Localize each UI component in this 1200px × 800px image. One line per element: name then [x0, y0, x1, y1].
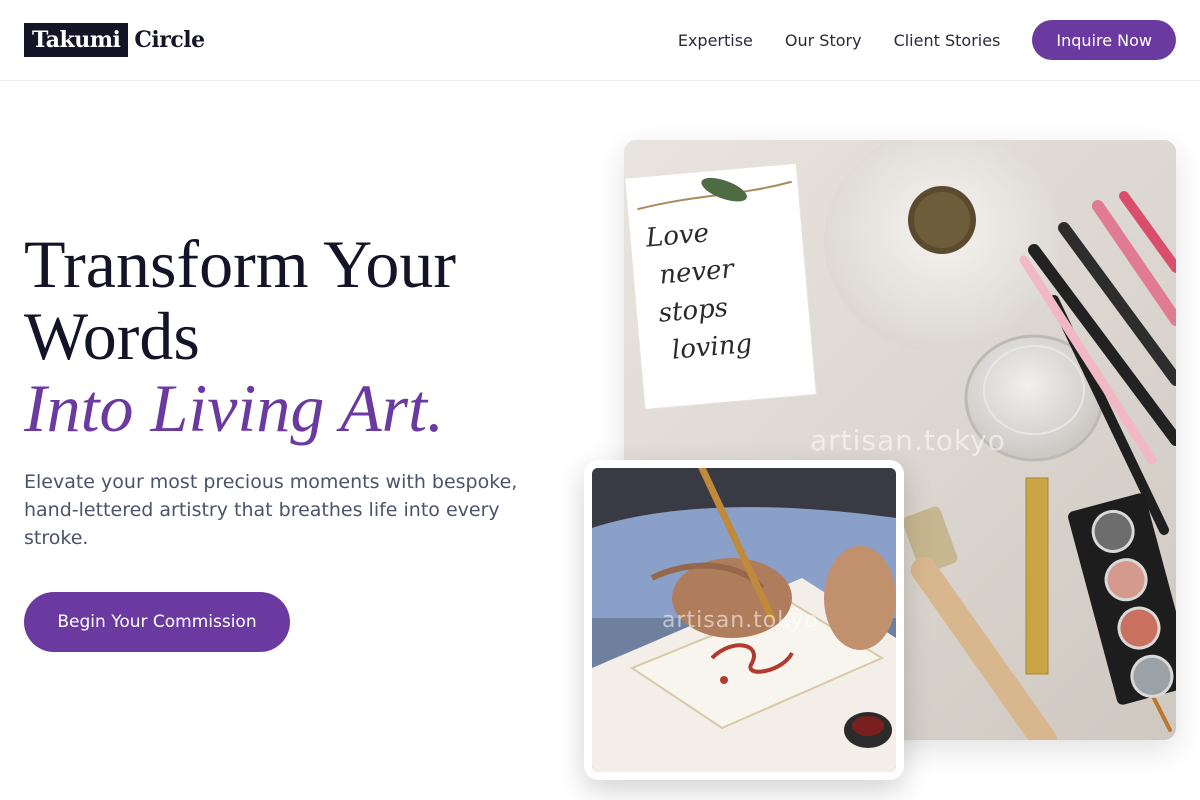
hero-title-line-2: Words	[24, 298, 200, 374]
nav-link-client-stories[interactable]: Client Stories	[894, 31, 1001, 50]
inquire-now-button[interactable]: Inquire Now	[1032, 20, 1176, 60]
hero-title-accent: Into Living Art.	[24, 370, 444, 446]
nav-link-our-story[interactable]: Our Story	[785, 31, 862, 50]
hero-title-line-1: Transform Your	[24, 226, 457, 302]
logo-box: Takumi	[24, 23, 129, 57]
card-word-3: stops	[657, 293, 729, 329]
logo-text: Circle	[134, 27, 205, 53]
logo[interactable]: Takumi Circle	[24, 23, 205, 57]
card-word-1: Love	[644, 218, 710, 253]
hero-subtitle: Elevate your most precious moments with …	[24, 471, 518, 549]
main-nav: Expertise Our Story Client Stories Inqui…	[678, 20, 1176, 60]
watermark-inset: artisan.tokyo	[662, 608, 819, 633]
site-header: Takumi Circle Expertise Our Story Client…	[0, 0, 1200, 81]
nav-link-expertise[interactable]: Expertise	[678, 31, 753, 50]
hero-inset-image-frame: artisan.tokyo	[584, 460, 904, 780]
begin-commission-button[interactable]: Begin Your Commission	[24, 592, 290, 652]
hero-title: Transform Your Words Into Living Art.	[24, 228, 584, 444]
hero-inset-image: artisan.tokyo	[592, 468, 896, 772]
watermark-main: artisan.tokyo	[810, 424, 1006, 457]
